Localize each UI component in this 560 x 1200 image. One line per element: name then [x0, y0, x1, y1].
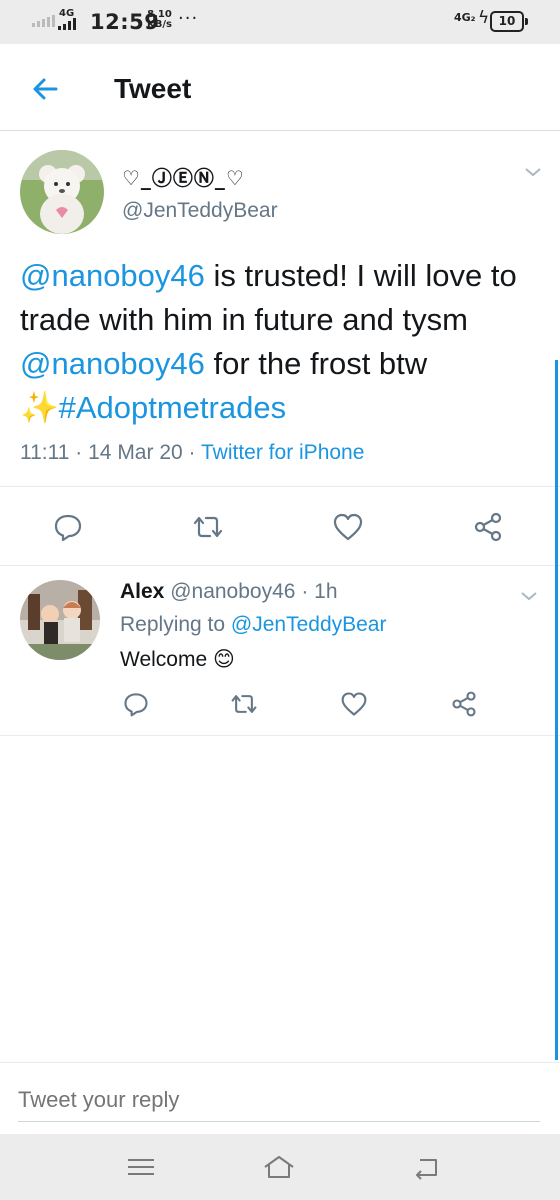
divider	[0, 735, 560, 736]
meta-separator: ·	[301, 580, 309, 603]
network-speed: 8.10 KB/s	[147, 10, 172, 30]
display-name[interactable]: ♡_ⒿⒺⓃ_♡	[122, 162, 245, 191]
status-bar: 4G 12:59 8.10 KB/s ··· 4G₂ ϟ 10	[0, 0, 560, 44]
heart-icon[interactable]	[332, 511, 364, 543]
app-header: Tweet	[0, 44, 560, 131]
meta-separator: ·	[188, 441, 196, 464]
signal-icon	[32, 15, 55, 27]
tweet-date: 14 Mar 20	[88, 441, 183, 464]
speed-unit: KB/s	[147, 19, 172, 30]
reply-handle[interactable]: @nanoboy46	[170, 580, 295, 603]
scrollbar[interactable]	[555, 360, 558, 1060]
reply-icon[interactable]	[52, 511, 84, 543]
system-nav-bar	[0, 1134, 560, 1200]
reply-input[interactable]	[18, 1085, 540, 1122]
avatar[interactable]	[20, 580, 100, 660]
tweet-time: 11:11	[20, 441, 70, 464]
tweet-actions	[0, 486, 560, 566]
reply-text-body: Welcome	[120, 648, 208, 671]
replying-to: Replying to @JenTeddyBear	[120, 613, 386, 637]
page-title: Tweet	[114, 73, 192, 104]
retweet-icon[interactable]	[230, 690, 258, 718]
smiling-emoji: 😊	[212, 648, 235, 671]
replying-to-link[interactable]: @JenTeddyBear	[231, 613, 387, 636]
tweet-meta: 11:11 · 14 Mar 20 · Twitter for iPhone	[20, 441, 364, 465]
reply-icon[interactable]	[122, 690, 150, 718]
reply-display-name[interactable]: Alex	[120, 580, 164, 603]
chevron-down-icon[interactable]	[524, 166, 542, 178]
reply-time: 1h	[314, 580, 338, 603]
teddy-bear-avatar-image	[20, 150, 104, 234]
back-icon[interactable]	[410, 1152, 444, 1182]
battery-icon: 10	[490, 11, 528, 32]
more-notifications: ···	[178, 8, 199, 29]
tweet-text-part: for the frost btw	[204, 346, 428, 381]
reply-text: Welcome 😊	[120, 647, 235, 672]
reply-composer	[0, 1062, 560, 1135]
share-icon[interactable]	[450, 690, 478, 718]
charging-icon: ϟ	[478, 8, 490, 28]
retweet-icon[interactable]	[192, 511, 224, 543]
chevron-down-icon[interactable]	[520, 590, 538, 602]
sparkles-emoji: ✨	[20, 390, 59, 425]
signal-strength-icon	[58, 18, 76, 30]
tweet-source-link[interactable]: Twitter for iPhone	[201, 441, 364, 464]
home-icon[interactable]	[262, 1152, 296, 1182]
sim2-network: 4G₂	[454, 11, 476, 24]
mention-link[interactable]: @nanoboy46	[20, 258, 205, 293]
back-arrow-icon[interactable]	[28, 72, 62, 106]
alex-avatar-image	[20, 580, 100, 660]
hashtag-link[interactable]: #Adoptmetrades	[59, 390, 286, 425]
mention-link[interactable]: @nanoboy46	[20, 346, 205, 381]
share-icon[interactable]	[472, 511, 504, 543]
reply-header: Alex @nanoboy46 · 1h	[120, 580, 338, 604]
tweet-text: @nanoboy46 is trusted! I will love to tr…	[20, 254, 545, 430]
meta-separator: ·	[75, 441, 83, 464]
avatar[interactable]	[20, 150, 104, 234]
menu-icon[interactable]	[124, 1152, 158, 1182]
replying-to-label: Replying to	[120, 613, 226, 636]
heart-icon[interactable]	[340, 690, 368, 718]
user-handle[interactable]: @JenTeddyBear	[122, 199, 278, 223]
